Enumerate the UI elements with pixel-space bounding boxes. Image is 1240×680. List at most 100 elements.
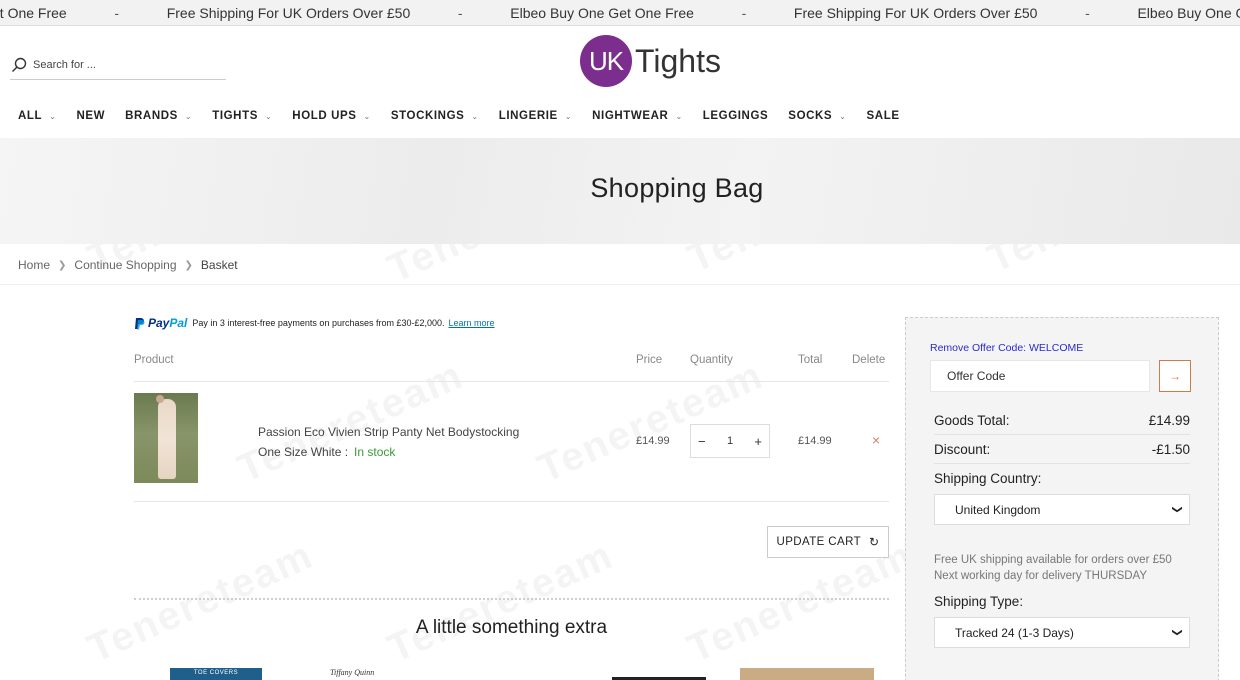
section-title: A little something extra — [415, 617, 608, 638]
chevron-right-icon: ❯ — [58, 259, 67, 271]
offer-code-input[interactable] — [930, 360, 1150, 392]
quantity-value[interactable]: 1 — [727, 435, 733, 447]
quantity-stepper[interactable]: − 1 + — [690, 424, 770, 458]
nav-item-label: TIGHTS — [212, 110, 258, 122]
minus-icon[interactable]: − — [698, 434, 706, 449]
shipping-type-select[interactable]: Tracked 24 (1-3 Days) ❯ — [934, 617, 1190, 648]
paypal-learn-more-link[interactable]: Learn more — [449, 318, 495, 328]
logo-wordmark: Tights — [635, 42, 721, 79]
col-price: Price — [636, 354, 663, 366]
site-logo[interactable]: UK Tights — [580, 35, 721, 87]
search-input[interactable] — [33, 58, 213, 71]
divider — [134, 598, 889, 600]
goods-total-value: £14.99 — [1148, 413, 1190, 428]
cart-row: Passion Eco Vivien Strip Panty Net Bodys… — [134, 382, 889, 502]
extra-product-thumbnail[interactable]: Tiffany Quinn — [330, 668, 410, 680]
main-nav: ALL ⌄ NEW BRANDS ⌄ TIGHTS ⌄ HOLD UPS ⌄ STOCK… — [18, 110, 920, 122]
shipping-country-select[interactable]: United Kingdom ❯ — [934, 494, 1190, 525]
breadcrumb-current: Basket — [200, 258, 238, 272]
chevron-down-icon: ❯ — [1171, 505, 1183, 514]
promo-marquee: et One Free - Free Shipping For UK Order… — [0, 0, 1240, 26]
promo-message: Free Shipping For UK Orders Over £50 — [166, 5, 411, 21]
shipping-type-label: Shipping Type: — [934, 594, 1024, 609]
cart-table-header: Product Price Quantity Total Delete — [134, 354, 889, 382]
shipping-note: Free UK shipping available for orders ov… — [934, 554, 1172, 566]
paypal-logo: PayPal — [148, 316, 188, 330]
nav-item-stockings[interactable]: STOCKINGS ⌄ — [391, 110, 479, 122]
remove-offer-link[interactable]: Remove Offer Code: WELCOME — [930, 342, 1083, 354]
chevron-right-icon: ❯ — [184, 259, 193, 271]
refresh-icon: ↻ — [869, 535, 880, 549]
breadcrumb: Home ❯ Continue Shopping ❯ Basket — [18, 258, 238, 272]
page-hero: Shopping Bag — [0, 138, 1240, 244]
promo-separator: - — [1085, 5, 1090, 21]
promo-separator: - — [114, 5, 120, 21]
promo-message: et One Free — [0, 5, 67, 21]
page-title: Shopping Bag — [590, 173, 764, 203]
chevron-down-icon: ⌄ — [839, 111, 847, 121]
search-bar[interactable] — [10, 50, 226, 80]
extra-product-thumbnail[interactable]: TOE COVERS — [170, 668, 262, 680]
chevron-down-icon: ❯ — [1171, 628, 1183, 637]
goods-total-row: Goods Total: £14.99 — [934, 413, 1190, 435]
nav-item-sale[interactable]: SALE — [867, 110, 900, 122]
col-quantity: Quantity — [690, 354, 733, 366]
shipping-country-label: Shipping Country: — [934, 471, 1042, 486]
logo-mark: UK — [580, 35, 632, 87]
chevron-down-icon: ⌄ — [264, 111, 273, 121]
discount-label: Discount: — [934, 442, 991, 457]
product-thumbnail[interactable] — [134, 393, 198, 483]
promo-message: Elbeo Buy One Get O — [1137, 5, 1240, 21]
col-delete: Delete — [852, 354, 886, 366]
col-product: Product — [134, 354, 174, 366]
stock-status: In stock — [354, 445, 396, 459]
nav-item-leggings[interactable]: LEGGINGS — [703, 110, 769, 122]
nav-item-nightwear[interactable]: NIGHTWEAR ⌄ — [592, 110, 683, 122]
extra-product-thumbnail[interactable] — [740, 668, 874, 680]
nav-item-label: LEGGINGS — [702, 110, 769, 122]
promo-separator: - — [457, 5, 463, 21]
nav-item-label: NIGHTWEAR — [592, 110, 669, 122]
plus-icon[interactable]: + — [754, 434, 762, 449]
nav-item-label: BRANDS — [125, 110, 178, 122]
paypal-text: Pay in 3 interest-free payments on purch… — [192, 318, 445, 328]
chevron-down-icon: ⌄ — [363, 111, 371, 121]
apply-offer-button[interactable]: → — [1159, 360, 1191, 392]
promo-message: Elbeo Buy One Get One Free — [510, 5, 694, 21]
breadcrumb-home[interactable]: Home — [18, 258, 50, 272]
nav-item-label: SOCKS — [788, 110, 833, 122]
chevron-down-icon: ⌄ — [49, 111, 57, 121]
chevron-down-icon: ⌄ — [184, 111, 193, 121]
nav-item-label: HOLD UPS — [292, 110, 357, 122]
product-price: £14.99 — [636, 435, 670, 447]
order-summary: Remove Offer Code: WELCOME → Goods Total… — [905, 317, 1219, 680]
search-icon — [12, 57, 27, 72]
nav-item-socks[interactable]: SOCKS ⌄ — [788, 110, 846, 122]
nav-item-label: SALE — [866, 110, 900, 122]
update-cart-button[interactable]: UPDATE CART ↻ — [767, 526, 889, 558]
paypal-banner: PayPal Pay in 3 interest-free payments o… — [134, 316, 495, 330]
discount-value: -£1.50 — [1151, 442, 1190, 457]
goods-total-label: Goods Total: — [934, 413, 1010, 428]
nav-item-new[interactable]: NEW — [76, 110, 105, 122]
nav-item-brands[interactable]: BRANDS ⌄ — [125, 110, 192, 122]
nav-item-label: STOCKINGS — [390, 110, 465, 122]
promo-message: Free Shipping For UK Orders Over £50 — [793, 5, 1038, 21]
chevron-down-icon: ⌄ — [564, 111, 573, 121]
nav-item-tights[interactable]: TIGHTS ⌄ — [212, 110, 272, 122]
product-name[interactable]: Passion Eco Vivien Strip Panty Net Bodys… — [258, 425, 519, 439]
nav-item-hold-ups[interactable]: HOLD UPS ⌄ — [292, 110, 371, 122]
chevron-down-icon: ⌄ — [471, 111, 479, 121]
delete-icon[interactable]: × — [872, 432, 880, 448]
promo-separator: - — [741, 5, 747, 21]
nav-item-all[interactable]: ALL ⌄ — [18, 110, 56, 122]
arrow-right-icon: → — [1169, 369, 1181, 383]
product-variant: One Size White : In stock — [258, 445, 396, 459]
nav-item-label: LINGERIE — [498, 110, 558, 122]
watermark: Tenereteam — [381, 533, 620, 672]
watermark: Tenereteam — [81, 533, 320, 672]
chevron-down-icon: ⌄ — [675, 111, 683, 121]
nav-item-lingerie[interactable]: LINGERIE ⌄ — [499, 110, 572, 122]
divider — [0, 284, 1240, 285]
breadcrumb-continue-shopping[interactable]: Continue Shopping — [74, 258, 176, 272]
